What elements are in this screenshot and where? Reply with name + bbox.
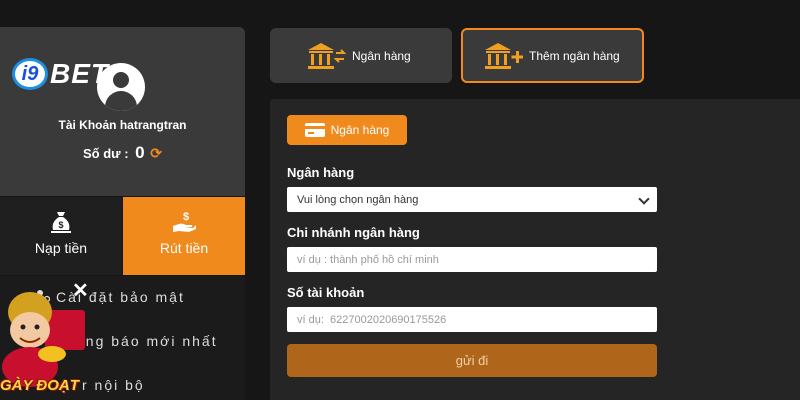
balance: Số dư : 0 ⟳ (0, 143, 245, 163)
money-bag-icon: $ (51, 212, 71, 233)
branch-input[interactable] (297, 253, 647, 266)
hand-money-icon: $ (173, 211, 196, 232)
bank-field-label: Ngân hàng (287, 165, 355, 180)
promo-text: GÀY ĐOẠT (0, 377, 79, 394)
credit-card-icon (304, 123, 325, 137)
withdraw-label: Rút tiền (159, 240, 209, 256)
avatar[interactable] (97, 63, 145, 111)
tab-bank[interactable]: Ngân hàng (270, 28, 452, 83)
submit-button[interactable]: gửi đi (287, 344, 657, 377)
bank-chip[interactable]: Ngân hàng (287, 115, 407, 145)
account-number-field (287, 307, 657, 332)
tab-bank-label: Ngân hàng (352, 48, 411, 63)
bank-add-icon (485, 42, 523, 69)
tab-add-bank-label: Thêm ngân hàng (529, 48, 620, 63)
account-number-input[interactable] (297, 313, 647, 326)
menu-item-notifications[interactable]: ông báo mới nhất (76, 333, 218, 349)
brand-logo[interactable]: i9 BET (12, 57, 109, 91)
branch-field-label: Chi nhánh ngân hàng (287, 225, 420, 240)
tab-add-bank[interactable]: Thêm ngân hàng (461, 28, 644, 83)
svg-text:$: $ (183, 211, 189, 223)
avatar-head (113, 72, 129, 88)
deposit-label: Nạp tiền (34, 240, 88, 256)
svg-text:$: $ (58, 220, 63, 230)
withdraw-button[interactable]: $ Rút tiền (123, 197, 245, 275)
chevron-down-icon (638, 193, 650, 205)
refresh-icon[interactable]: ⟳ (150, 145, 162, 161)
bank-transfer-icon (308, 42, 346, 69)
balance-amount: 0 (135, 143, 145, 162)
deposit-button[interactable]: $ Nạp tiền (0, 197, 122, 275)
avatar-body (105, 91, 137, 111)
close-icon[interactable]: ✕ (72, 278, 89, 303)
bank-chip-label: Ngân hàng (330, 123, 390, 137)
account-number-label: Số tài khoản (287, 285, 365, 300)
logo-i9: i9 (12, 58, 48, 90)
balance-label: Số dư : (83, 146, 129, 161)
account-name: Tài Khoản hatrangtran (58, 118, 187, 132)
branch-field (287, 247, 657, 272)
bank-select[interactable]: Vui lòng chọn ngân hàng (287, 187, 657, 212)
bank-select-value: Vui lòng chọn ngân hàng (297, 193, 419, 206)
account-panel (0, 27, 245, 196)
